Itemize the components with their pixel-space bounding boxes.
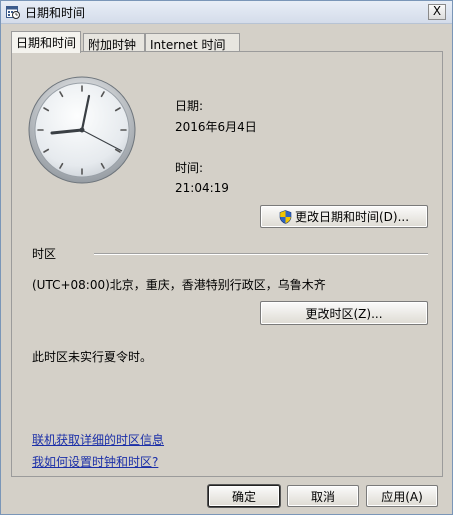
dst-note: 此时区未实行夏令时。 [32, 350, 153, 364]
change-date-time-label: 更改日期和时间(D)... [294, 210, 410, 224]
analog-clock [28, 76, 136, 184]
timezone-value: (UTC+08:00)北京，重庆，香港特别行政区，乌鲁木齐 [32, 278, 326, 292]
clock-help-link[interactable]: 我如何设置时钟和时区? [32, 453, 158, 470]
cancel-button[interactable]: 取消 [287, 485, 359, 507]
ok-label: 确定 [231, 489, 256, 504]
tab-additional-clocks[interactable]: 附加时钟 [83, 33, 145, 52]
uac-shield-icon [279, 209, 292, 224]
time-value: 21:04:19 [175, 181, 229, 195]
apply-button[interactable]: 应用(A) [366, 485, 438, 507]
timezone-section-label: 时区 [32, 247, 57, 261]
calendar-clock-icon [6, 6, 20, 19]
date-time-dialog: 日期和时间 X 日期和时间 附加时钟 Internet 时间 日期: 2016年… [0, 0, 453, 515]
tab-panel: 日期: 2016年6月4日 时间: 21:04:19 更改日期和时间(D)...… [11, 51, 443, 477]
title-bar[interactable]: 日期和时间 X [1, 1, 452, 24]
close-button[interactable]: X [428, 4, 446, 20]
tab-internet-time[interactable]: Internet 时间 [145, 33, 240, 52]
change-timezone-label: 更改时区(Z)... [305, 306, 383, 321]
timezone-separator [94, 253, 428, 255]
timezone-info-link[interactable]: 联机获取详细的时区信息 [32, 431, 164, 448]
ok-button[interactable]: 确定 [208, 485, 280, 507]
change-timezone-button[interactable]: 更改时区(Z)... [260, 301, 428, 325]
date-value: 2016年6月4日 [175, 120, 257, 134]
window-title: 日期和时间 [25, 6, 86, 20]
change-date-time-button[interactable]: 更改日期和时间(D)... [260, 205, 428, 228]
close-icon: X [432, 4, 442, 18]
tab-date-time[interactable]: 日期和时间 [11, 31, 81, 53]
time-label: 时间: [175, 161, 204, 175]
cancel-label: 取消 [310, 489, 335, 504]
apply-label: 应用(A) [381, 489, 423, 504]
date-label: 日期: [175, 99, 204, 113]
